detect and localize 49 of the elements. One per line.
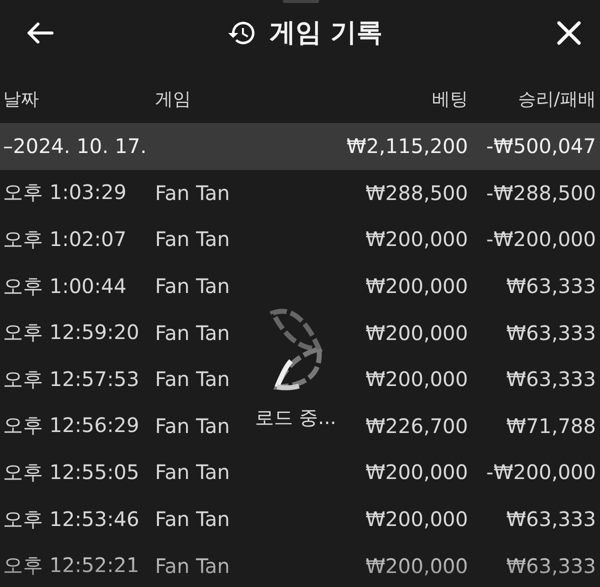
time-cell: 오후 12:59:20 xyxy=(3,319,140,346)
time-cell: 오후 12:55:05 xyxy=(3,458,140,486)
bet-cell: ₩288,500 xyxy=(366,180,468,205)
result-cell: ₩63,333 xyxy=(506,367,596,392)
result-cell: ₩63,333 xyxy=(506,554,596,578)
bet-cell: ₩200,000 xyxy=(366,507,468,532)
result-cell: -₩200,000 xyxy=(486,227,596,252)
game-cell: Fan Tan xyxy=(155,320,230,345)
bet-cell: ₩200,000 xyxy=(366,320,468,345)
game-cell: Fan Tan xyxy=(155,414,230,438)
close-icon[interactable] xyxy=(556,20,582,46)
result-cell: -₩200,000 xyxy=(486,460,596,484)
total-result: -₩500,047 xyxy=(486,134,596,158)
result-cell: ₩63,333 xyxy=(506,274,596,298)
result-cell: ₩63,333 xyxy=(506,507,596,532)
game-cell: Fan Tan xyxy=(155,227,230,252)
column-header: 베팅 xyxy=(432,88,468,111)
time-cell: 오후 1:03:29 xyxy=(3,179,126,206)
time-cell: 오후 1:02:07 xyxy=(3,226,126,253)
game-cell: Fan Tan xyxy=(155,507,230,532)
column-header: 게임 xyxy=(155,88,191,111)
game-cell: Fan Tan xyxy=(155,554,230,578)
column-header: 승리/패배 xyxy=(518,88,596,111)
bet-cell: ₩200,000 xyxy=(366,274,468,298)
result-cell: ₩63,333 xyxy=(506,320,596,345)
back-arrow-icon[interactable] xyxy=(26,20,54,44)
date-text: –2024. 10. 17. xyxy=(3,134,147,158)
result-cell: ₩71,788 xyxy=(506,414,596,438)
time-cell: 오후 12:57:53 xyxy=(3,366,140,393)
window-title: 게임 기록 xyxy=(269,17,383,50)
loading-label: 로드 중... xyxy=(255,406,336,431)
bet-cell: ₩200,000 xyxy=(366,227,468,252)
game-cell: Fan Tan xyxy=(155,274,230,298)
time-cell: 오후 12:56:29 xyxy=(3,412,140,440)
time-cell: 오후 12:52:21 xyxy=(3,552,140,580)
column-header: 날짜 xyxy=(3,88,39,111)
result-cell: -₩288,500 xyxy=(486,180,596,205)
game-cell: Fan Tan xyxy=(155,180,230,205)
game-cell: Fan Tan xyxy=(155,367,230,392)
bet-cell: ₩226,700 xyxy=(366,414,468,438)
bet-cell: ₩200,000 xyxy=(366,367,468,392)
time-cell: 오후 12:53:46 xyxy=(3,506,140,533)
drag-handle[interactable] xyxy=(283,0,319,3)
total-bet: ₩2,115,200 xyxy=(346,134,468,158)
bet-cell: ₩200,000 xyxy=(366,460,468,484)
bet-cell: ₩200,000 xyxy=(366,554,468,578)
game-cell: Fan Tan xyxy=(155,460,230,484)
date-group-row[interactable]: –2024. 10. 17. ₩2,115,200 -₩500,047 xyxy=(0,123,600,170)
time-cell: 오후 1:00:44 xyxy=(3,272,126,300)
